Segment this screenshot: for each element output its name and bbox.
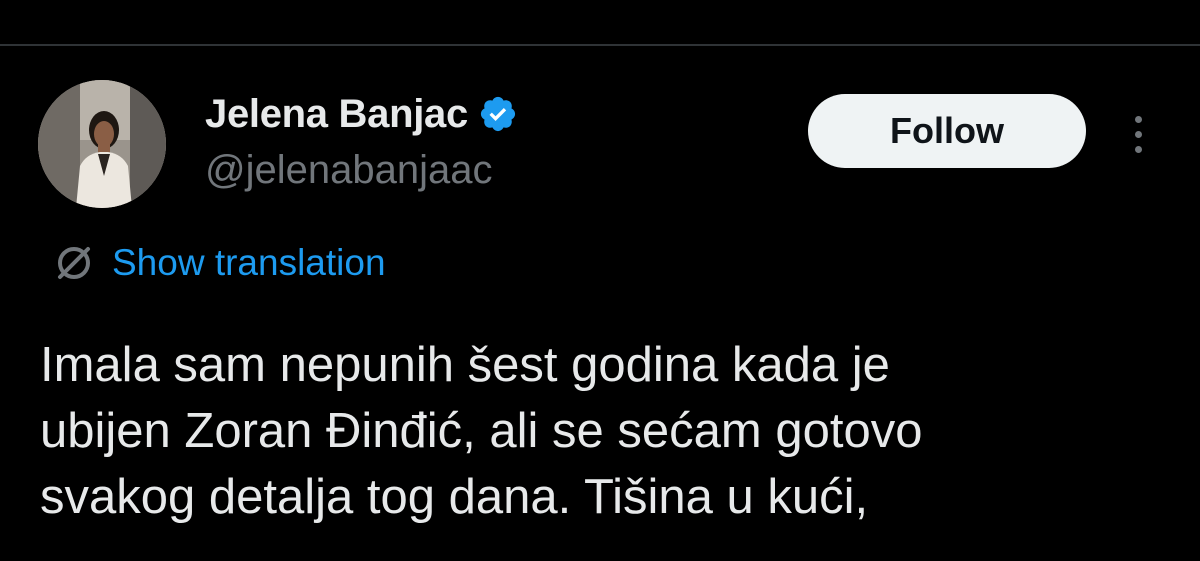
show-translation-link[interactable]: Show translation <box>54 240 386 286</box>
author-handle[interactable]: @jelenabanjaac <box>205 146 492 194</box>
avatar[interactable] <box>38 80 166 208</box>
tweet-text-line: Imala sam nepunih šest godina kada je <box>40 338 890 392</box>
follow-button[interactable]: Follow <box>808 94 1086 168</box>
show-translation-label: Show translation <box>112 242 386 283</box>
top-divider <box>0 44 1200 46</box>
more-dot <box>1134 115 1142 123</box>
more-dot <box>1134 130 1142 138</box>
tweet-text-line: ubijen Zoran Đinđić, ali se sećam gotovo <box>40 404 923 458</box>
more-vertical-icon[interactable] <box>1118 106 1158 162</box>
translate-globe-icon <box>54 243 94 283</box>
tweet-text-line: svakog detalja tog dana. Tišina u kući, <box>40 470 869 524</box>
more-dot <box>1134 145 1142 153</box>
avatar-photo <box>38 80 166 208</box>
author-display-name[interactable]: Jelena Banjac <box>205 92 468 137</box>
tweet-text: Imala sam nepunih šest godina kada je ub… <box>40 332 1170 530</box>
author-name-row: Jelena Banjac <box>205 90 518 138</box>
verified-badge-icon <box>478 94 518 134</box>
